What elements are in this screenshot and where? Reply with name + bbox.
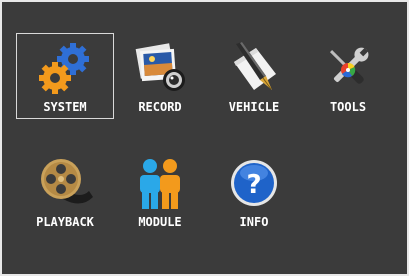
menu-item-system[interactable]: SYSTEM bbox=[16, 33, 114, 119]
menu-item-label: PLAYBACK bbox=[36, 215, 94, 229]
menu-item-label: RECORD bbox=[138, 100, 182, 114]
info-question-icon: ? bbox=[226, 155, 282, 211]
menu-item-label: TOOLS bbox=[329, 100, 367, 114]
main-menu-screen: SYSTEM RECORD VEHICLE TOOLS PLAYBACK MOD… bbox=[0, 0, 409, 276]
photo-camera-icon bbox=[132, 40, 188, 96]
wrench-screwdriver-icon bbox=[320, 40, 376, 96]
people-icon bbox=[132, 155, 188, 211]
menu-item-label: SYSTEM bbox=[43, 100, 87, 114]
menu-item-label: MODULE bbox=[138, 215, 182, 229]
menu-item-label: VEHICLE bbox=[228, 100, 280, 114]
film-reel-icon bbox=[37, 155, 93, 211]
menu-item-info[interactable]: ? INFO bbox=[205, 148, 303, 234]
menu-item-tools[interactable]: TOOLS bbox=[299, 33, 397, 119]
menu-item-module[interactable]: MODULE bbox=[111, 148, 209, 234]
svg-text:?: ? bbox=[246, 170, 261, 200]
menu-item-vehicle[interactable]: VEHICLE bbox=[205, 33, 303, 119]
fountain-pen-icon bbox=[226, 40, 282, 96]
gears-icon bbox=[37, 40, 93, 96]
menu-item-playback[interactable]: PLAYBACK bbox=[16, 148, 114, 234]
menu-item-label: INFO bbox=[239, 215, 269, 229]
menu-item-record[interactable]: RECORD bbox=[111, 33, 209, 119]
